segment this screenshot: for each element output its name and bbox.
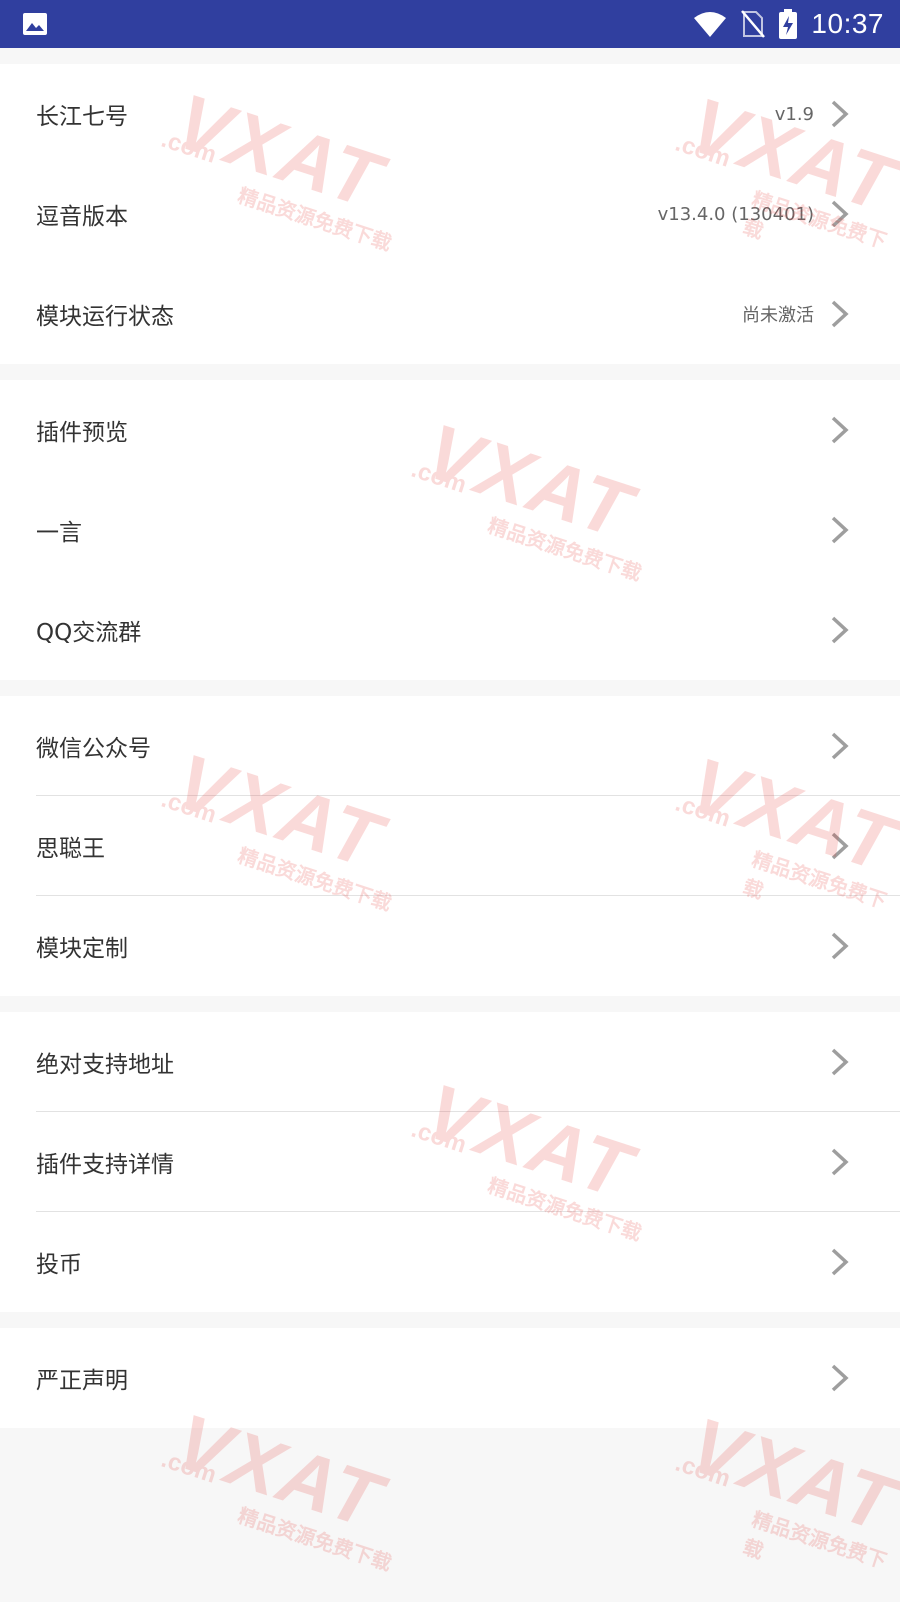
group-social: 微信公众号 思聪王 模块定制 (0, 696, 900, 996)
chevron-right-icon (828, 99, 852, 129)
settings-list: 长江七号 v1.9 逗音版本 v13.4.0 (130401) 模块运行状态 尚… (0, 64, 900, 1428)
chevron-right-icon (828, 1247, 852, 1277)
item-label: 绝对支持地址 (36, 1052, 174, 1078)
chevron-right-icon (828, 299, 852, 329)
list-item-statement[interactable]: 严正声明 (0, 1328, 900, 1428)
wifi-icon (693, 10, 727, 38)
list-item-yiyan[interactable]: 一言 (0, 480, 900, 580)
item-value: v1.9 (774, 103, 814, 125)
list-item-coin[interactable]: 投币 (0, 1212, 900, 1312)
item-label: 一言 (36, 520, 82, 546)
item-value: 尚未激活 (742, 305, 814, 326)
item-label: 严正声明 (36, 1368, 128, 1394)
battery-charging-icon (779, 9, 798, 39)
list-item-wechat[interactable]: 微信公众号 (0, 696, 900, 796)
list-item-module-status[interactable]: 模块运行状态 尚未激活 (0, 264, 900, 364)
no-sim-icon (741, 9, 766, 39)
chevron-right-icon (828, 831, 852, 861)
chevron-right-icon (828, 931, 852, 961)
chevron-right-icon (828, 1047, 852, 1077)
status-bar: 10:37 (0, 0, 900, 48)
list-item-qq-group[interactable]: QQ交流群 (0, 580, 900, 680)
item-value: v13.4.0 (130401) (657, 203, 814, 225)
item-label: QQ交流群 (36, 620, 142, 646)
watermark: VXAT.com精品资源免费下载 (672, 1400, 900, 1574)
group-plugins: 插件预览 一言 QQ交流群 (0, 380, 900, 680)
item-label: 长江七号 (36, 104, 128, 130)
group-module-info: 长江七号 v1.9 逗音版本 v13.4.0 (130401) 模块运行状态 尚… (0, 64, 900, 364)
image-notification-icon (22, 12, 48, 36)
list-item-module-custom[interactable]: 模块定制 (0, 896, 900, 996)
item-label: 插件支持详情 (36, 1152, 174, 1178)
chevron-right-icon (828, 731, 852, 761)
item-label: 逗音版本 (36, 204, 128, 230)
chevron-right-icon (828, 199, 852, 229)
item-label: 模块运行状态 (36, 304, 174, 330)
list-item-app-version[interactable]: 逗音版本 v13.4.0 (130401) (0, 164, 900, 264)
item-label: 模块定制 (36, 936, 128, 962)
list-item-changjiang[interactable]: 长江七号 v1.9 (0, 64, 900, 164)
list-item-sicongwang[interactable]: 思聪王 (0, 796, 900, 896)
chevron-right-icon (828, 615, 852, 645)
group-support: 绝对支持地址 插件支持详情 投币 (0, 1012, 900, 1312)
item-label: 插件预览 (36, 420, 128, 446)
chevron-right-icon (828, 515, 852, 545)
item-label: 思聪王 (36, 836, 105, 862)
chevron-right-icon (828, 1363, 852, 1393)
list-item-support-details[interactable]: 插件支持详情 (0, 1112, 900, 1212)
list-item-support-address[interactable]: 绝对支持地址 (0, 1012, 900, 1112)
chevron-right-icon (828, 1147, 852, 1177)
group-statement: 严正声明 (0, 1328, 900, 1428)
chevron-right-icon (828, 415, 852, 445)
list-item-plugin-preview[interactable]: 插件预览 (0, 380, 900, 480)
item-label: 微信公众号 (36, 736, 151, 762)
clock: 10:37 (811, 8, 884, 39)
item-label: 投币 (36, 1252, 82, 1278)
